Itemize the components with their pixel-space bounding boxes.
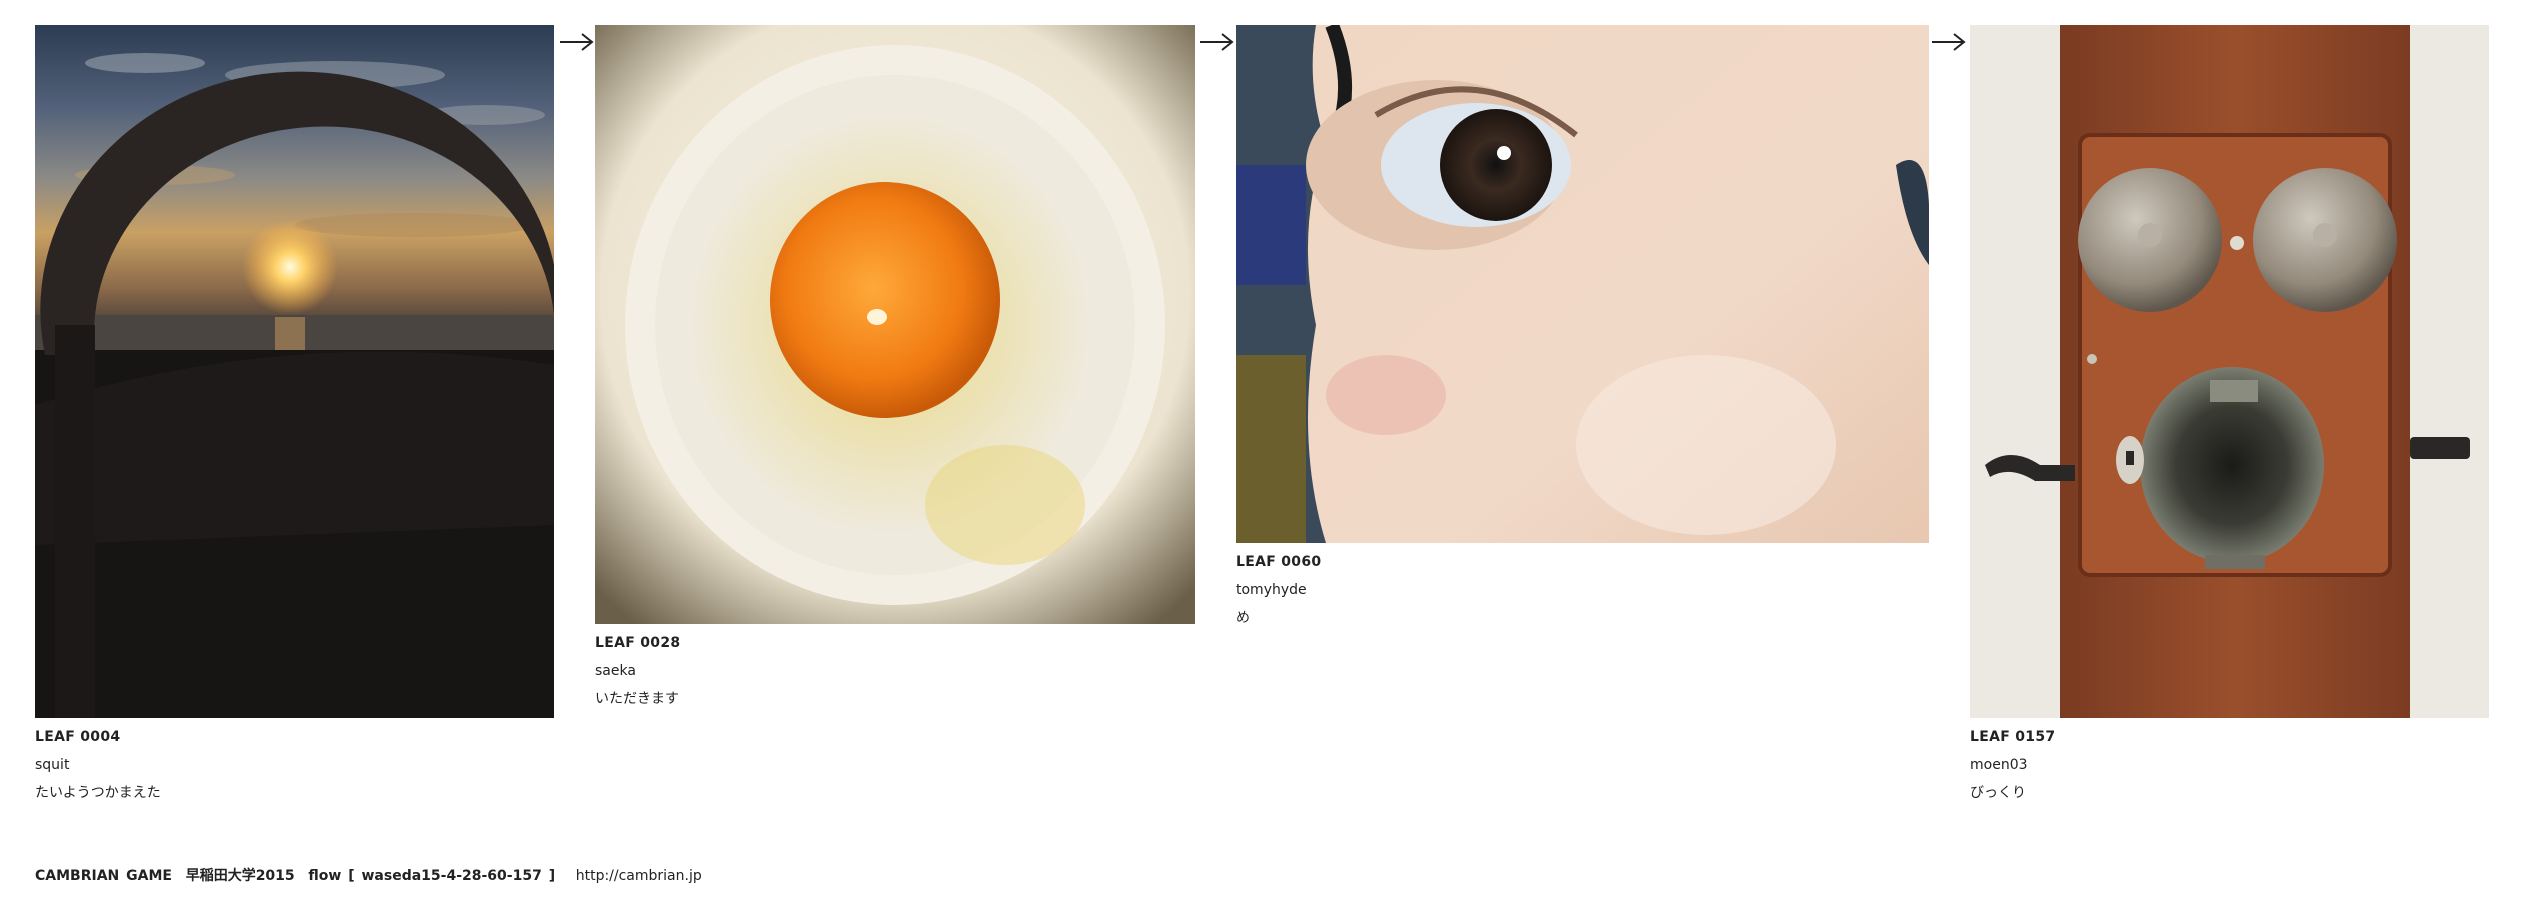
leaf-id: LEAF 0004 (35, 729, 121, 745)
leaf-0004-caption: LEAF 0004 squit たいようつかまえた (35, 723, 161, 807)
egg-on-rice-image (595, 25, 1195, 624)
arrow-right-icon (1200, 30, 1234, 54)
leaf-id: LEAF 0060 (1236, 554, 1322, 570)
leaf-title: いただきます (595, 691, 679, 707)
leaf-user[interactable]: saeka (595, 657, 680, 685)
leaf-user[interactable]: squit (35, 751, 161, 779)
antique-wall-telephone-image (1970, 25, 2489, 718)
leaf-0060-photo[interactable] (1236, 25, 1929, 543)
leaf-id: LEAF 0157 (1970, 729, 2056, 745)
leaf-user[interactable]: tomyhyde (1236, 576, 1321, 604)
footer-info: CAMBRIAN GAME 早稲田大学2015 flow [ waseda15-… (35, 868, 556, 884)
leaf-user[interactable]: moen03 (1970, 751, 2055, 779)
leaf-title: たいようつかまえた (35, 785, 161, 801)
footer-url-link[interactable]: http://cambrian.jp (576, 868, 702, 884)
sunset-arch-image (35, 25, 554, 718)
leaf-0060-caption: LEAF 0060 tomyhyde め (1236, 548, 1321, 632)
leaf-title: びっくり (1970, 785, 2026, 801)
leaf-0157-photo[interactable] (1970, 25, 2489, 718)
eye-closeup-image (1236, 25, 1929, 543)
leaf-0004-photo[interactable] (35, 25, 554, 718)
leaf-title: め (1236, 610, 1250, 626)
arrow-right-icon (1932, 30, 1966, 54)
leaf-0028-photo[interactable] (595, 25, 1195, 624)
footer: CAMBRIAN GAME 早稲田大学2015 flow [ waseda15-… (35, 865, 702, 885)
arrow-right-icon (560, 30, 594, 54)
leaf-id: LEAF 0028 (595, 635, 681, 651)
leaf-0157-caption: LEAF 0157 moen03 びっくり (1970, 723, 2055, 807)
leaf-0028-caption: LEAF 0028 saeka いただきます (595, 629, 680, 713)
